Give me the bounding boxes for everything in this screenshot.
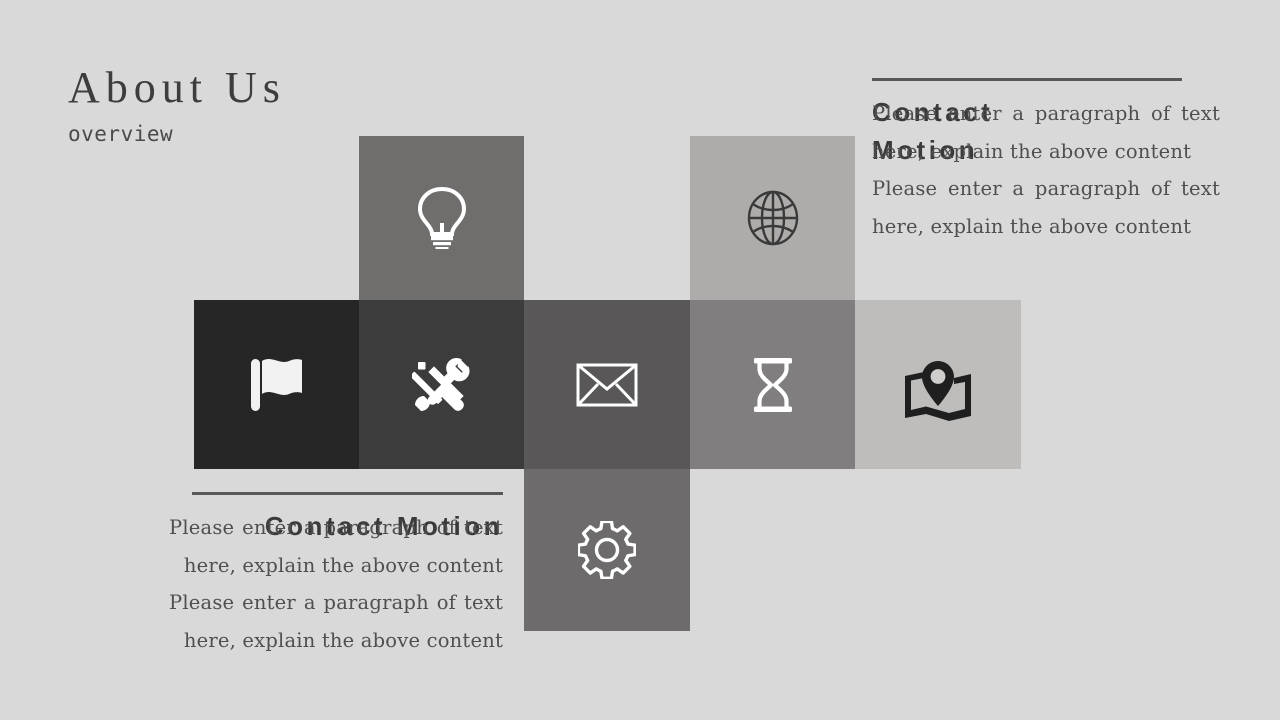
page-subtitle: overview xyxy=(68,122,174,146)
callout-bottom-left-paragraph-2: Please enter a paragraph of text here, e… xyxy=(169,591,503,652)
callout-right: Contact Motion Please enter a paragraph … xyxy=(872,78,1220,245)
tile-lightbulb[interactable] xyxy=(359,136,524,300)
title-block: About Us overview xyxy=(68,62,286,148)
callout-bottom-left: Contact Motion Please enter a paragraph … xyxy=(169,492,503,659)
tile-tools[interactable] xyxy=(359,300,524,469)
callout-bottom-left-rule xyxy=(192,492,503,495)
tools-icon xyxy=(411,356,472,414)
callout-bottom-left-body: Please enter a paragraph of text here, e… xyxy=(169,509,503,659)
tile-globe[interactable] xyxy=(690,136,855,300)
hourglass-icon xyxy=(753,357,793,413)
lightbulb-icon xyxy=(416,187,468,249)
page-title: About Us xyxy=(68,63,286,112)
flag-icon xyxy=(249,355,305,415)
globe-icon xyxy=(747,190,799,246)
callout-right-paragraph-1: Please enter a paragraph of text here, e… xyxy=(872,102,1220,163)
callout-right-body: Please enter a paragraph of text here, e… xyxy=(872,95,1220,245)
tile-mail[interactable] xyxy=(524,300,690,469)
tile-gear[interactable] xyxy=(524,469,690,631)
map-pin-icon xyxy=(902,360,974,422)
tile-hourglass[interactable] xyxy=(690,300,855,469)
callout-right-rule xyxy=(872,78,1182,81)
gear-icon xyxy=(578,521,636,579)
callout-right-paragraph-2: Please enter a paragraph of text here, e… xyxy=(872,177,1220,238)
slide-canvas: About Us overview Contact Motion Please … xyxy=(0,0,1280,720)
mail-icon xyxy=(576,363,638,407)
tile-map-pin[interactable] xyxy=(855,300,1021,469)
tile-flag[interactable] xyxy=(194,300,359,469)
callout-bottom-left-paragraph-1: Please enter a paragraph of text here, e… xyxy=(169,516,503,577)
